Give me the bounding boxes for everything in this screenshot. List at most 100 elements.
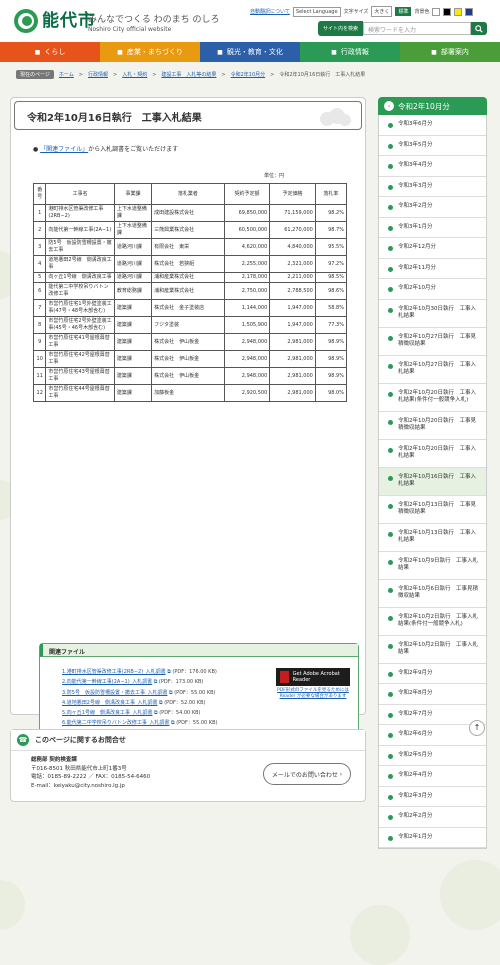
bg-black-button[interactable] — [443, 7, 452, 16]
sidebar-item[interactable]: 令和2年2月分 — [379, 807, 486, 828]
related-files-link[interactable]: 「関連ファイル」 — [40, 146, 88, 153]
bg-yellow-button[interactable] — [454, 7, 463, 16]
table-row: 9 市営竹原住宅41号屋根葺替工事 建築課 株式会社 伊山板金 2,948,000 2,9… — [32, 333, 348, 351]
breadcrumb-home[interactable]: ホーム — [59, 71, 74, 78]
pdf-link[interactable]: 2.向能代第一幹線工事(2A−1)_入札調書 — [62, 679, 152, 685]
sidebar-item[interactable]: 令和2年10月20日執行 工事入札結果(条件付一般競争入札) — [379, 384, 486, 412]
breadcrumb-results[interactable]: 建設工事 入札等の結果 — [161, 71, 216, 78]
table-cell: 2,920,500 — [223, 384, 271, 402]
mail-inquiry-button[interactable]: メールでのお問い合わせ › — [263, 763, 351, 785]
sidebar-item[interactable]: 令和2年10月2日執行 工事入札結果 — [379, 636, 486, 664]
external-link-icon: ⧉ — [169, 720, 175, 727]
search-input[interactable]: 検索ワードを入力 — [363, 22, 472, 35]
acrobat-reader-badge[interactable]: Get Adobe Acrobat Reader PDF形式のファイルを見るため… — [276, 668, 350, 702]
logo-tagline: みんなでつくる わのまち のしろ — [88, 15, 220, 25]
sidebar-item[interactable]: 令和2年10月13日執行 工事入札結果 — [379, 524, 486, 552]
table-cell: 1 — [32, 204, 47, 222]
breadcrumb-bidding[interactable]: 入札・契約 — [122, 71, 147, 78]
table-cell: 98.9% — [314, 350, 348, 368]
nav-item-label: くらし — [44, 48, 66, 56]
sidebar-item[interactable]: 令和2年10月分 — [379, 279, 486, 300]
font-size-label: 文字サイズ — [343, 9, 369, 15]
breadcrumb-admin[interactable]: 行政情報 — [88, 71, 108, 78]
sidebar-item[interactable]: 令和2年10月20日執行 工事見積徴収結果 — [379, 412, 486, 440]
table-cell: フジタ塗装 — [151, 316, 225, 334]
sidebar-item[interactable]: 令和3年2月分 — [379, 197, 486, 218]
site-logo[interactable]: 能代市 — [14, 9, 96, 33]
reader-note[interactable]: PDF形式のファイルを見るためには Reader が必要な場合があります — [276, 688, 350, 700]
acrobat-icon — [280, 671, 289, 683]
site-search: サイト内を検索 検索ワードを入力 — [318, 21, 488, 36]
table-cell: 2,948,000 — [223, 367, 271, 385]
table-header: 落札業者 — [151, 183, 225, 205]
sidebar-item[interactable]: 令和2年4月分 — [379, 766, 486, 787]
table-cell: 防5号 仮設防雪柵設置・撤去工事 — [45, 238, 115, 256]
contact-title: このページに関するお問合せ — [35, 736, 126, 744]
sidebar-item[interactable]: 令和3年3月分 — [379, 177, 486, 197]
pdf-link[interactable]: 3.防5号 仮設防雪柵設置・撤去工事_入札調書 — [62, 690, 167, 696]
search-submit-button[interactable] — [471, 22, 488, 35]
sidebar-item[interactable]: 令和2年10月2日執行 工事入札結果(条件付一般競争入札) — [379, 608, 486, 636]
breadcrumb-month[interactable]: 令和2年10月分 — [231, 71, 266, 78]
font-standard-button[interactable]: 標準 — [395, 7, 412, 16]
pdf-link[interactable]: 4.道地悪田2号線 側溝改良工事_入札調書 — [62, 700, 157, 706]
sidebar-item[interactable]: 令和2年10月27日執行 工事見積徴収結果 — [379, 328, 486, 356]
table-cell: 株式会社 伊山板金 — [151, 333, 225, 351]
sidebar-item[interactable]: 令和2年10月20日執行 工事入札結果 — [379, 440, 486, 468]
sidebar-item[interactable]: 令和2年10月6日執行 工事見積徴収結果 — [379, 580, 486, 608]
pdf-link[interactable]: 1.港町排水区管渠改修工事(2RB−2)_入札調書 — [62, 669, 166, 675]
building-icon: ■ — [117, 48, 123, 56]
sidebar-item[interactable]: 令和2年10月16日執行 工事入札結果 — [379, 467, 486, 496]
sidebar-item[interactable]: 令和2年8月分 — [379, 684, 486, 705]
sidebar-item[interactable]: 令和2年3月分 — [379, 787, 486, 807]
sidebar-header: ‹ 令和2年10月分 — [378, 97, 487, 115]
table-cell: 12 — [32, 384, 47, 402]
search-label-button[interactable]: サイト内を検索 — [318, 21, 364, 36]
language-select[interactable]: Select Language — [292, 6, 341, 17]
nav-item-3[interactable]: ■ 観光・教育・文化 — [200, 42, 300, 62]
table-cell: 2,948,000 — [223, 350, 271, 368]
nav-item-2[interactable]: ■ 産業・まちづくり — [100, 42, 200, 62]
sidebar-item[interactable]: 令和3年5月分 — [379, 136, 486, 156]
pdf-link[interactable]: 5.向ヶ丘1号線 側溝改良工事_入札調書 — [62, 710, 152, 716]
bg-white-button[interactable] — [432, 7, 441, 16]
phone-icon: ☎ — [17, 734, 29, 746]
nav-item-1[interactable]: ■ くらし — [0, 42, 100, 62]
table-cell: 建築課 — [113, 384, 153, 402]
back-to-top-button[interactable]: ↑ — [469, 720, 485, 736]
table-row: 10 市営竹原住宅42号屋根葺替工事 建築課 株式会社 伊山板金 2,948,000 2,… — [32, 350, 348, 368]
font-large-button[interactable]: 大きく — [371, 6, 393, 17]
table-cell: 有限会社 東栄 — [151, 238, 225, 256]
table-cell: 市営竹原住宅42号屋根葺替工事 — [45, 350, 115, 368]
table-cell: 株式会社 伊山板金 — [151, 367, 225, 385]
nav-item-5[interactable]: ■ 部署案内 — [400, 42, 500, 62]
sidebar-item[interactable]: 令和2年10月9日執行 工事入札結果 — [379, 552, 486, 580]
sidebar-item[interactable]: 令和2年11月分 — [379, 259, 486, 279]
table-row: 7 市営竹原住宅1号外壁塗装工事(47号・48号木部含む) 建築課 株式会社 金子塗装… — [32, 299, 348, 317]
table-row: 6 能代第二中学校吊りバトン改修工事 教育総務課 浦和産業株式会社 2,750,000 2… — [32, 282, 348, 300]
sidebar-item[interactable]: 令和3年4月分 — [379, 156, 486, 177]
table-cell: 向能代第一幹線工事(2A−1) — [45, 221, 115, 239]
sidebar-item[interactable]: 令和2年9月分 — [379, 664, 486, 684]
sidebar-item[interactable]: 令和2年10月13日執行 工事見積徴収結果 — [379, 496, 486, 524]
auto-translate-link[interactable]: 自動翻訳について — [250, 8, 290, 15]
sidebar-item[interactable]: 令和2年10月30日執行 工事入札結果 — [379, 300, 486, 328]
table-cell: 道地悪田2号線 側溝改良工事 — [45, 255, 115, 273]
bg-blue-button[interactable] — [465, 7, 474, 16]
search-icon — [475, 24, 483, 33]
table-header: 落札率 — [314, 183, 348, 205]
sidebar-item[interactable]: 令和2年5月分 — [379, 746, 486, 766]
table-cell: 60,500,000 — [223, 221, 271, 239]
header-tools: 自動翻訳について Select Language 文字サイズ 大きく 標準 背景… — [250, 6, 474, 17]
file-size: (PDF：55.00 KB) — [176, 720, 218, 727]
nav-item-4[interactable]: ■ 行政情報 — [300, 42, 400, 62]
table-cell: 2,211,000 — [269, 272, 316, 283]
pdf-link[interactable]: 6.能代第二中学校吊りバトン改修工事_入札調書 — [62, 720, 169, 726]
table-cell: 株式会社 若狭組 — [151, 255, 225, 273]
sidebar-item[interactable]: 令和2年1月分 — [379, 828, 486, 848]
table-row: 8 市営竹原住宅2号外壁塗装工事(45号・46号木部含む) 建築課 フジタ塗装 1,50… — [32, 316, 348, 334]
sidebar-item[interactable]: 令和2年10月27日執行 工事入札結果 — [379, 356, 486, 384]
sidebar-item[interactable]: 令和3年1月分 — [379, 218, 486, 238]
sidebar-item[interactable]: 令和2年12月分 — [379, 238, 486, 259]
sidebar-item[interactable]: 令和3年6月分 — [379, 115, 486, 136]
